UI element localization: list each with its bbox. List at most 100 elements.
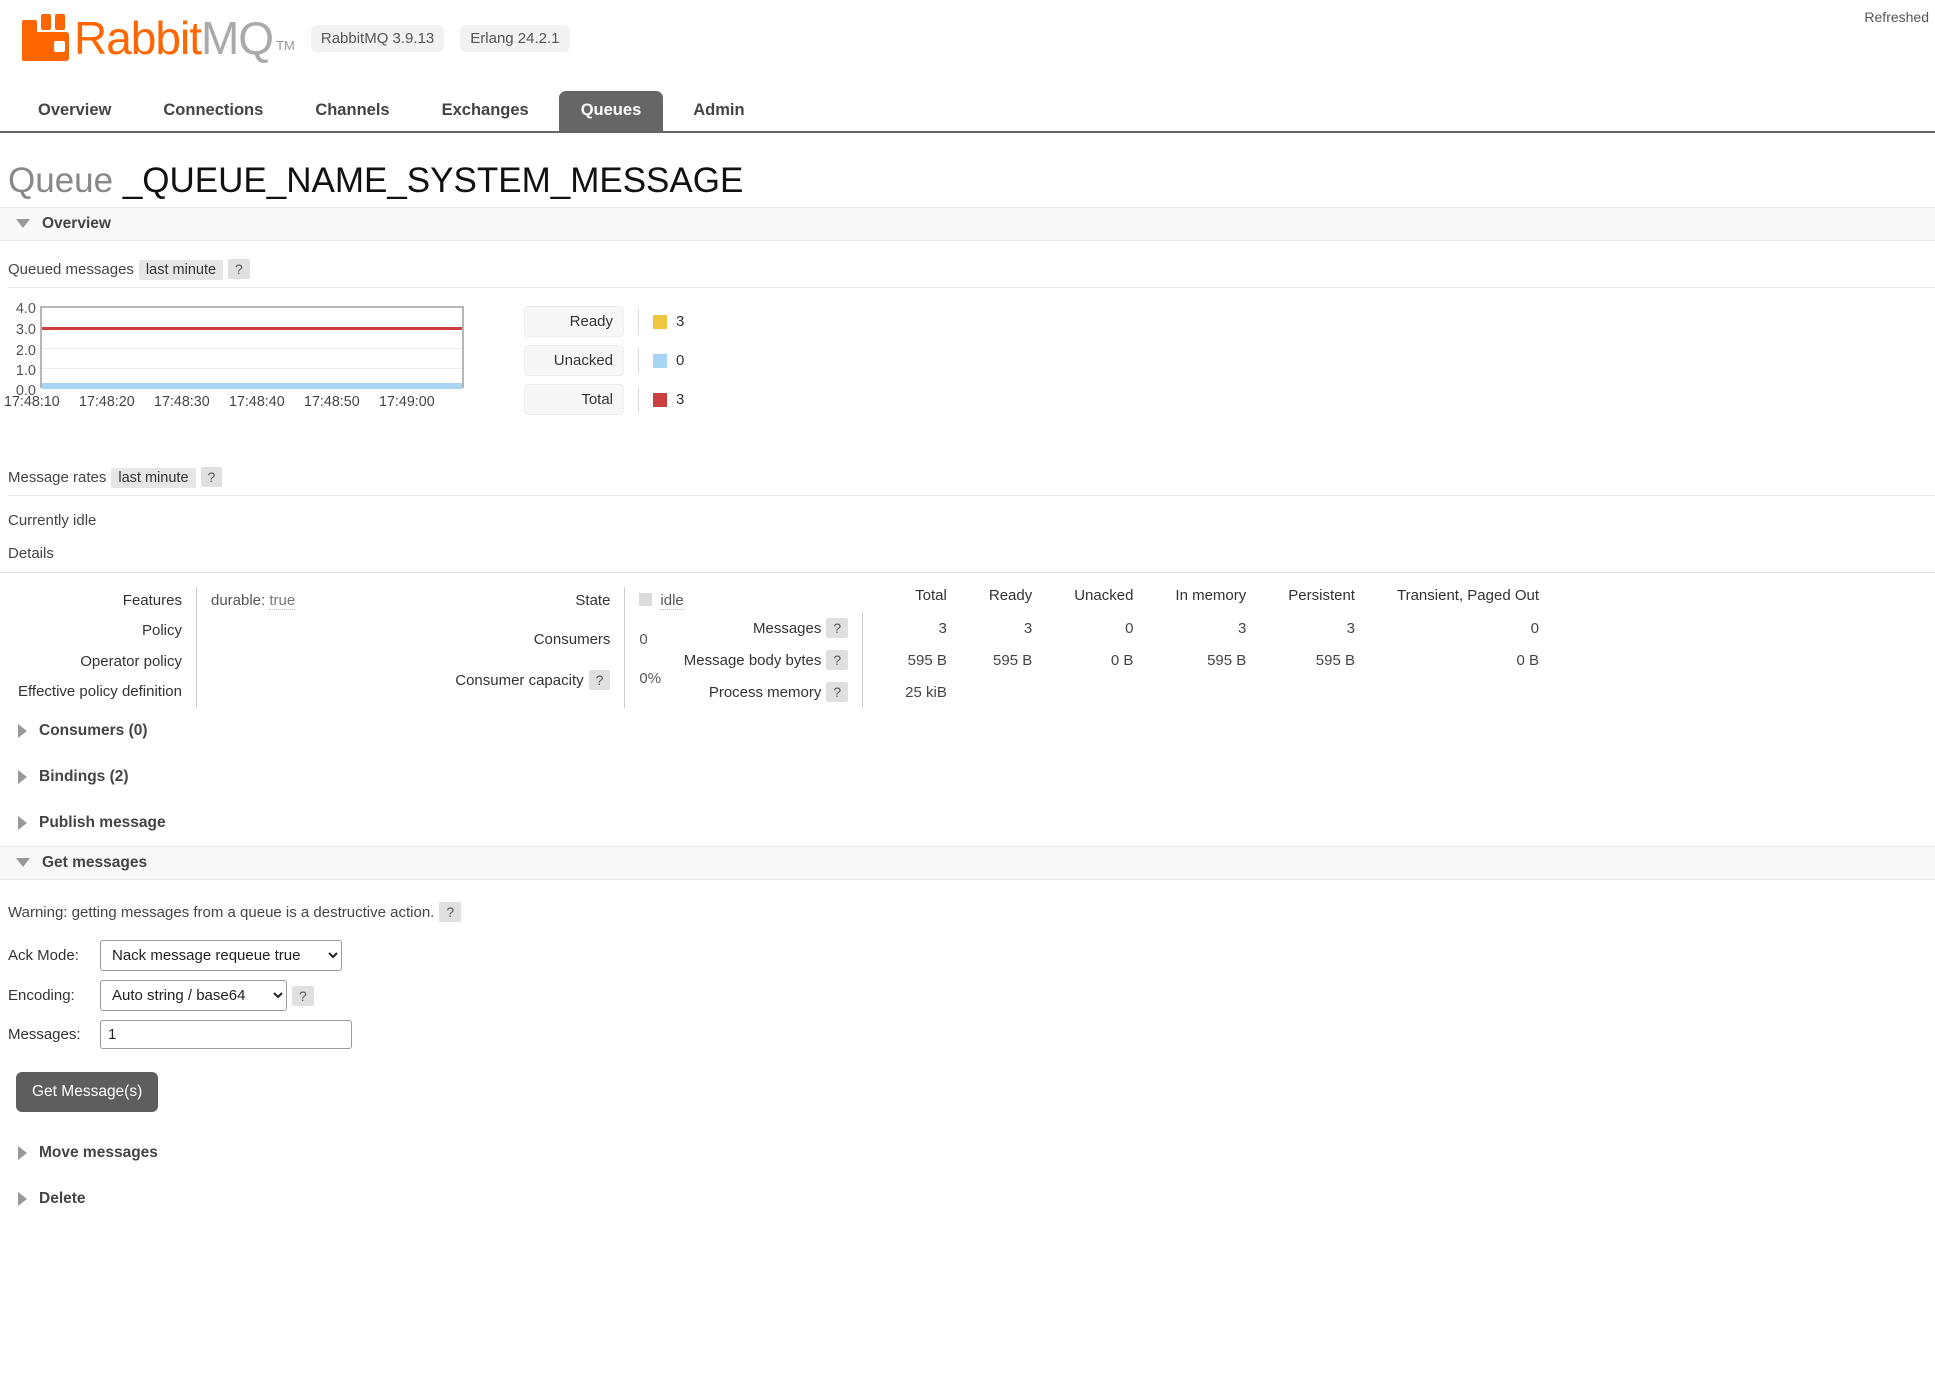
section-get-messages-label: Get messages — [42, 854, 148, 871]
queued-messages-chart-row: 4.0 3.0 2.0 1.0 0.0 17:48:10 17:48:20 17… — [0, 302, 1935, 423]
detail-key-effective-policy: Effective policy definition — [18, 682, 182, 700]
stats-cell-messages-unacked: 0 — [1125, 619, 1134, 637]
get-messages-warning-help-icon[interactable]: ? — [439, 902, 462, 922]
process-memory-help-icon[interactable]: ? — [826, 682, 849, 702]
x-tick-2: 17:48:30 — [154, 394, 210, 410]
chart-gridline-1 — [42, 368, 462, 369]
chevron-right-icon — [18, 1145, 27, 1160]
state-indicator-icon — [639, 593, 653, 606]
stats-cell-messages-in-memory: 3 — [1237, 619, 1247, 637]
stats-header-row: Total Ready Unacked In memory Persistent… — [684, 587, 1539, 612]
top-bar: Refreshed RabbitMQ TM RabbitMQ 3.9.13 Er… — [0, 0, 1935, 88]
detail-row-policy: Policy — [18, 617, 296, 648]
tab-exchanges[interactable]: Exchanges — [420, 91, 551, 131]
get-messages-button[interactable]: Get Message(s) — [16, 1072, 159, 1112]
detail-value-operator-policy — [195, 647, 296, 678]
legend-divider — [638, 308, 639, 335]
encoding-select[interactable]: Auto string / base64base64 — [100, 980, 287, 1011]
tab-channels[interactable]: Channels — [293, 91, 411, 131]
detail-value-consumer-capacity: 0% — [624, 664, 684, 708]
legend-row-total: Total 3 — [524, 384, 684, 415]
details-label: Details — [8, 545, 54, 562]
ack-mode-label: Ack Mode: — [8, 947, 79, 964]
stats-cell-messages-transient: 0 — [1530, 619, 1540, 637]
detail-row-operator-policy: Operator policy — [18, 647, 296, 678]
stats-col-unacked: Unacked — [1074, 587, 1134, 604]
stats-table-body: Messages? 3 3 0 3 3 0 Message body bytes… — [683, 612, 1540, 708]
x-tick-5: 17:49:00 — [379, 394, 435, 410]
chart-series-unacked — [42, 383, 462, 389]
get-messages-warning: Warning: getting messages from a queue i… — [8, 902, 1935, 922]
detail-key-consumers: Consumers — [533, 630, 611, 648]
details-features-group: Features durable: true Policy Operator p… — [18, 587, 296, 708]
legend-row-ready: Ready 3 — [524, 306, 684, 337]
tab-admin[interactable]: Admin — [671, 91, 766, 131]
section-overview-header[interactable]: Overview — [0, 207, 1935, 241]
stats-cell-bytes-unacked: 0 B — [1110, 651, 1134, 669]
legend-value-unacked: 0 — [676, 352, 685, 369]
stats-row-label-body-bytes: Message body bytes? — [683, 644, 864, 676]
trademark-mark: TM — [276, 38, 295, 53]
legend-label-unacked[interactable]: Unacked — [524, 345, 624, 376]
logo-wordmark: RabbitMQ — [74, 15, 274, 61]
stats-cell-messages-ready: 3 — [1023, 619, 1033, 637]
consumer-capacity-help-icon[interactable]: ? — [588, 669, 611, 690]
encoding-label: Encoding: — [8, 987, 75, 1004]
chevron-right-icon — [18, 1191, 27, 1206]
section-move-messages-header[interactable]: Move messages — [0, 1130, 1935, 1176]
stats-row-process-memory-text: Process memory — [708, 684, 822, 701]
ack-mode-row: Ack Mode: Nack message requeue trueAutom… — [8, 940, 1935, 971]
message-rates-subheader: Message rates last minute? — [8, 467, 1935, 496]
encoding-help-icon[interactable]: ? — [292, 985, 314, 1006]
details-state-group: State idle Consumers 0 Consumer capacity… — [455, 587, 684, 708]
chart-x-axis: 17:48:10 17:48:20 17:48:30 17:48:40 17:4… — [4, 394, 472, 410]
section-bindings-label: Bindings (2) — [39, 768, 129, 785]
section-bindings-header[interactable]: Bindings (2) — [0, 754, 1935, 800]
queued-messages-period-selector[interactable]: last minute — [138, 260, 224, 280]
message-body-bytes-help-icon[interactable]: ? — [826, 650, 849, 670]
tab-overview[interactable]: Overview — [16, 91, 133, 131]
detail-value-features: durable: true — [195, 587, 296, 618]
tab-queues[interactable]: Queues — [558, 91, 664, 131]
y-tick-2: 2.0 — [15, 343, 36, 359]
messages-count-row: Messages: — [8, 1020, 1935, 1049]
legend-label-ready[interactable]: Ready — [524, 306, 624, 337]
x-tick-4: 17:48:50 — [304, 394, 360, 410]
rabbitmq-logo-link[interactable]: RabbitMQ TM — [22, 14, 295, 61]
messages-help-icon[interactable]: ? — [826, 618, 849, 638]
legend-value-total: 3 — [676, 391, 685, 408]
section-delete-header[interactable]: Delete — [0, 1176, 1935, 1222]
stats-cell-process-memory-d — [1133, 676, 1246, 708]
legend-label-total[interactable]: Total — [524, 384, 624, 415]
stats-cell-bytes-persistent: 595 B — [1315, 651, 1355, 669]
encoding-row: Encoding: Auto string / base64base64 ? — [8, 980, 1935, 1011]
table-row: Messages? 3 3 0 3 3 0 — [683, 612, 1540, 644]
tab-connections[interactable]: Connections — [141, 91, 285, 131]
page-title-queue-name: _QUEUE_NAME_SYSTEM_MESSAGE — [122, 161, 744, 200]
stats-row-messages-text: Messages — [752, 620, 822, 637]
queued-messages-chart: 4.0 3.0 2.0 1.0 0.0 17:48:10 17:48:20 17… — [2, 302, 472, 417]
x-tick-3: 17:48:40 — [229, 394, 285, 410]
section-get-messages-header[interactable]: Get messages — [0, 846, 1935, 880]
section-consumers-header[interactable]: Consumers (0) — [0, 708, 1935, 754]
section-publish-message-header[interactable]: Publish message — [0, 800, 1935, 846]
detail-row-state: State idle — [455, 587, 684, 626]
chevron-right-icon — [18, 815, 27, 830]
messages-count-input[interactable] — [100, 1020, 352, 1049]
queued-messages-help-icon[interactable]: ? — [228, 259, 250, 279]
ack-mode-select[interactable]: Nack message requeue trueAutomatic ackRe… — [100, 940, 342, 971]
detail-key-state: State — [575, 592, 611, 609]
detail-value-policy — [195, 617, 296, 648]
chart-series-total — [42, 327, 462, 330]
page-title: Queue _QUEUE_NAME_SYSTEM_MESSAGE — [8, 161, 1935, 201]
stats-cell-bytes-in-memory: 595 B — [1207, 651, 1247, 669]
message-rates-help-icon[interactable]: ? — [200, 467, 223, 487]
chart-legend: Ready 3 Unacked 0 Total 3 — [524, 306, 684, 423]
messages-count-label: Messages: — [8, 1026, 81, 1043]
stats-cell-process-memory-e — [1246, 676, 1355, 708]
detail-key-policy: Policy — [141, 622, 182, 640]
detail-row-effective-policy: Effective policy definition — [18, 677, 296, 708]
message-rates-period-selector[interactable]: last minute — [111, 468, 196, 488]
nav-list: Overview Connections Channels Exchanges … — [16, 88, 1935, 131]
refreshed-status: Refreshed — [1864, 9, 1929, 25]
